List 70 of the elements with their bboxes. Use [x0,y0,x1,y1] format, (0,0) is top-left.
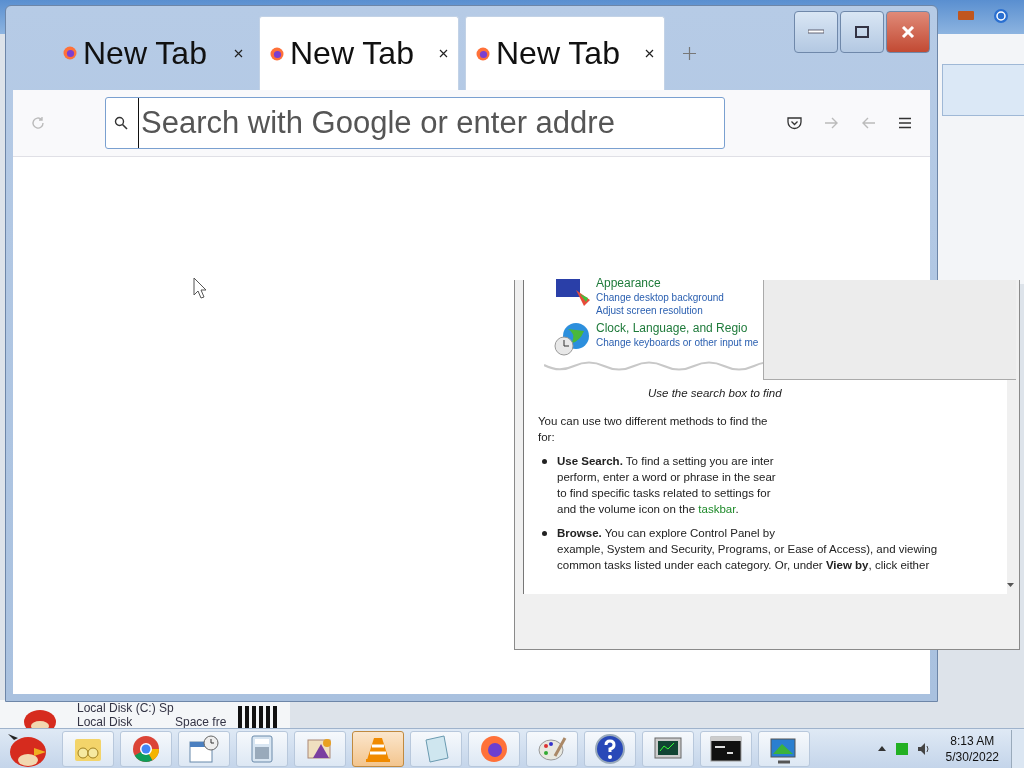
minimize-icon [808,29,824,35]
paragraph-text: You can use two different methods to find the [538,414,769,429]
terminal-app-button[interactable] [700,730,752,767]
browser-icon [479,733,509,764]
calculator-icon [250,733,274,764]
drive-label: Local Disk (C:) Sp [77,702,174,715]
maximize-icon [855,26,869,38]
globe-clock-icon [554,321,592,357]
firefox-icon [63,46,77,60]
help-icon[interactable] [993,8,1009,24]
calculator-app-button[interactable] [236,730,288,767]
caption-text: Use the search box to find [648,387,783,399]
browser-icon [131,733,161,764]
close-icon[interactable] [234,48,243,58]
paint-app-button[interactable] [526,730,578,767]
bullet-text: and the volume icon on the taskbar. [557,502,740,517]
help-app-button[interactable] [584,730,636,767]
firefox-icon [476,46,490,61]
clock-date: 5/30/2022 [945,748,999,765]
bullet-icon [542,459,547,464]
address-bar[interactable]: Search with Google or enter addre [105,97,725,149]
browser-tab[interactable]: New Tab [53,16,253,90]
vlc-app-button[interactable] [352,730,404,767]
search-icon [114,116,128,130]
folder-app-button[interactable] [62,730,114,767]
space-label: Space fre [175,716,227,729]
monitor-icon [554,276,592,308]
chrome-app-button[interactable] [120,730,172,767]
taskbar-link[interactable]: taskbar [698,503,736,515]
bullet-text: Browse. You can explore Control Panel by [557,526,776,541]
menu-icon[interactable] [898,117,912,129]
terminal-icon [710,735,742,762]
bullet-icon [542,531,547,536]
category-link[interactable]: Adjust screen resolution [596,304,724,317]
tray-arrow-icon[interactable] [877,746,886,751]
cursor-icon [193,277,207,299]
scroll-down-icon[interactable] [1007,583,1014,587]
pocket-icon[interactable] [787,116,802,130]
category-title[interactable]: Appearance [596,276,724,291]
monitor-app-button[interactable] [642,730,694,767]
clock[interactable]: 8:13 AM 5/30/2022 [939,732,1005,765]
category-title[interactable]: Clock, Language, and Regio [596,321,759,336]
close-icon[interactable] [439,49,448,58]
bullet-text: Use Search. To find a setting you are inter [557,454,775,469]
firefox-app-button[interactable] [468,730,520,767]
notepad-icon [422,733,450,764]
barcode-drawing [236,706,280,730]
paragraph-text: for: [538,430,556,445]
browser-tab[interactable]: New Tab [259,16,459,90]
close-button[interactable] [886,11,930,53]
calendar-icon [188,733,220,764]
help-icon [594,732,626,765]
display-app-button[interactable] [758,730,810,767]
category-link[interactable]: Change desktop background [596,291,724,304]
bullet-text: perform, enter a word or phrase in the sear [557,470,776,485]
category-link[interactable]: Change keyboards or other input me [596,336,759,349]
bullet-text: common tasks listed under each category. Or, under View by, click either [557,558,931,573]
clock-time: 8:13 AM [950,732,995,749]
firefox-icon [270,46,284,61]
browser-tab[interactable]: New Tab [465,16,665,90]
new-tab-icon[interactable] [683,47,696,60]
close-icon [901,26,915,38]
close-icon[interactable] [645,49,654,58]
bullet-text: to find specific tasks related to settings for [557,486,772,501]
calendar-app-button[interactable] [178,730,230,767]
bullet-text: example, System and Security, Programs, or Ease of Access), and viewing [557,542,938,557]
media-app-button[interactable] [294,730,346,767]
drive-label: Local Disk [77,716,133,729]
maximize-button[interactable] [840,11,884,53]
volume-icon[interactable] [917,742,930,755]
